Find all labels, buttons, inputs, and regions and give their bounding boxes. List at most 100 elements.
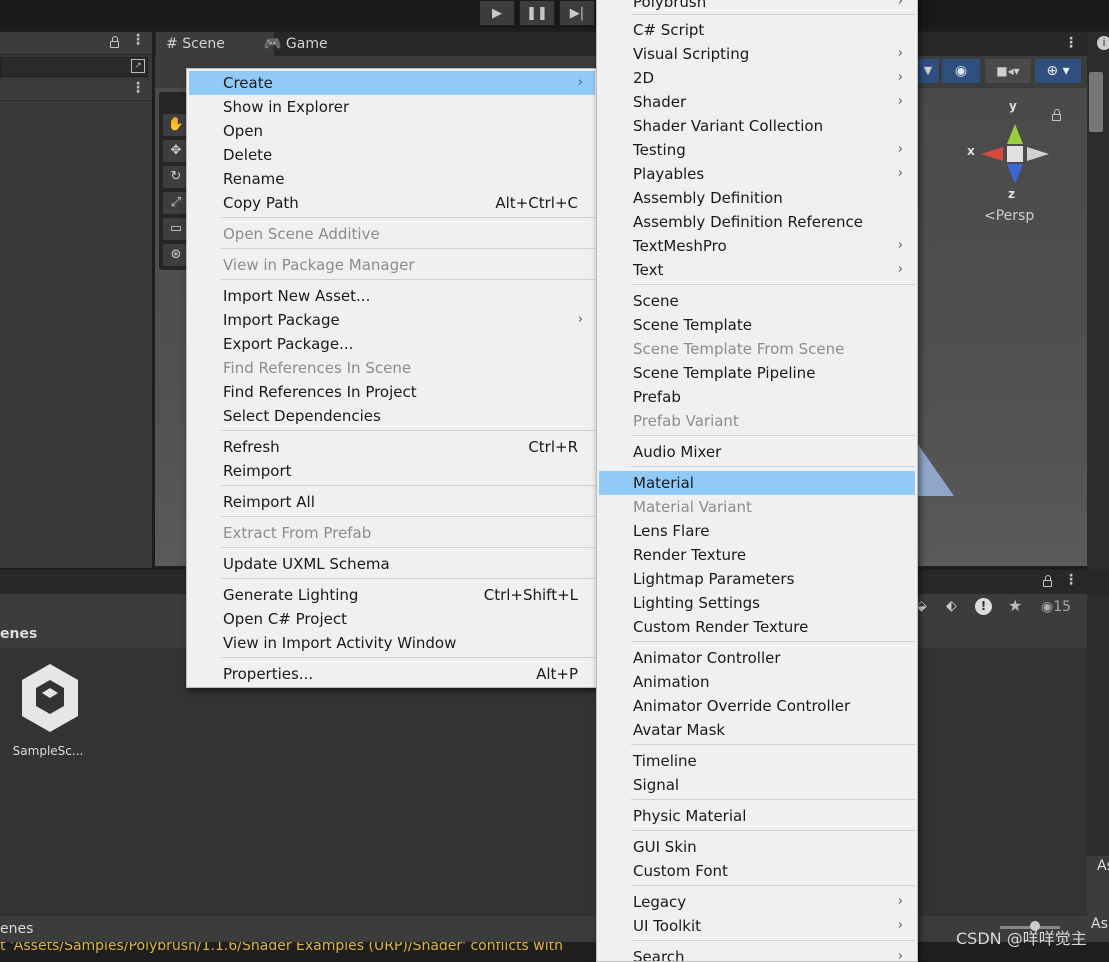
expand-icon[interactable]: ↗ [131, 59, 145, 73]
submenu-item[interactable]: Render Texture [599, 543, 915, 567]
inspector-edge: i [1087, 32, 1109, 912]
submenu-item[interactable]: Animation [599, 670, 915, 694]
submenu-item[interactable]: Scene Template [599, 313, 915, 337]
submenu-item-label: C# Script [633, 21, 705, 39]
console-status-bar[interactable]: t 'Assets/Samples/Polybrush/1.1.6/Shader… [0, 942, 1109, 956]
menu-item[interactable]: Reimport All [189, 490, 595, 514]
asset-item[interactable]: SampleSc... [13, 662, 86, 774]
menu-item[interactable]: Reimport [189, 459, 595, 483]
dropdown-button[interactable]: ▼ [917, 59, 939, 83]
menu-item-label: Show in Explorer [223, 98, 350, 116]
play-button[interactable]: ▶ [479, 0, 515, 26]
menu-item[interactable]: Copy Path Alt+Ctrl+C [189, 191, 595, 215]
submenu-item[interactable]: Polybrush › [599, 0, 915, 14]
info-icon[interactable]: i [1097, 36, 1109, 50]
submenu-item[interactable]: Custom Render Texture [599, 615, 915, 639]
submenu-item: Material Variant [599, 495, 915, 519]
menu-item-label: Open Scene Additive [223, 225, 380, 243]
menu-separator [631, 14, 915, 15]
create-submenu: Polybrush › C# Script Visual Scripting › 2D › S… [596, 0, 918, 962]
submenu-item[interactable]: Testing › [599, 138, 915, 162]
menu-item[interactable]: Refresh Ctrl+R [189, 435, 595, 459]
gizmos-button[interactable]: ⊕ ▾ [1035, 59, 1081, 83]
step-button[interactable]: ▶| [559, 0, 595, 26]
submenu-item[interactable]: Audio Mixer [599, 440, 915, 464]
menu-item[interactable]: Find References In Project [189, 380, 595, 404]
submenu-item[interactable]: Timeline [599, 749, 915, 773]
submenu-item[interactable]: Material [599, 471, 915, 495]
menu-item[interactable]: Show in Explorer [189, 95, 595, 119]
submenu-item[interactable]: Custom Font [599, 859, 915, 883]
submenu-item[interactable]: UI Toolkit › [599, 914, 915, 938]
main-toolbar: ▶ ❚❚ ▶| [0, 0, 1109, 28]
menu-item[interactable]: Delete [189, 143, 595, 167]
menu-item[interactable]: Properties... Alt+P [189, 662, 595, 686]
submenu-item[interactable]: Shader › [599, 90, 915, 114]
warning-icon[interactable]: ! [975, 598, 992, 615]
submenu-item[interactable]: Signal [599, 773, 915, 797]
menu-item[interactable]: View in Import Activity Window [189, 631, 595, 655]
scrollbar-thumb[interactable] [1089, 72, 1103, 132]
submenu-item-label: Prefab Variant [633, 412, 739, 430]
more-icon[interactable]: ⋮ [131, 80, 145, 96]
hierarchy-panel [0, 32, 152, 568]
submenu-item[interactable]: Text › [599, 258, 915, 282]
hidden-packages-toggle[interactable]: ◉15 [1041, 599, 1071, 615]
submenu-item[interactable]: Playables › [599, 162, 915, 186]
menu-item[interactable]: Rename [189, 167, 595, 191]
submenu-item[interactable]: Prefab [599, 385, 915, 409]
more-icon[interactable]: ⋮ [1064, 572, 1078, 588]
menu-separator [631, 940, 915, 941]
submenu-item[interactable]: 2D › [599, 66, 915, 90]
submenu-item[interactable]: C# Script [599, 18, 915, 42]
project-assets-area: SampleSc... [0, 648, 1087, 916]
menu-item: View in Package Manager [189, 253, 595, 277]
chevron-right-icon: › [897, 142, 903, 157]
shortcut-label: Ctrl+R [528, 438, 578, 456]
menu-separator [631, 435, 915, 436]
submenu-item[interactable]: Animator Controller [599, 646, 915, 670]
menu-item[interactable]: Select Dependencies [189, 404, 595, 428]
more-icon[interactable]: ⋮ [1064, 35, 1078, 51]
submenu-item[interactable]: Shader Variant Collection [599, 114, 915, 138]
submenu-item[interactable]: Lighting Settings [599, 591, 915, 615]
submenu-item[interactable]: Scene Template Pipeline [599, 361, 915, 385]
submenu-item[interactable]: Lens Flare [599, 519, 915, 543]
menu-item[interactable]: Create › [189, 71, 595, 95]
lock-icon[interactable] [110, 36, 119, 48]
submenu-item[interactable]: Assembly Definition [599, 186, 915, 210]
star-icon[interactable]: ★ [1008, 596, 1022, 615]
visibility-toggle[interactable]: ◉ [942, 59, 980, 83]
menu-item[interactable]: Open C# Project [189, 607, 595, 631]
submenu-item[interactable]: Scene [599, 289, 915, 313]
menu-item[interactable]: Open [189, 119, 595, 143]
submenu-item[interactable]: Lightmap Parameters [599, 567, 915, 591]
submenu-item[interactable]: Animator Override Controller [599, 694, 915, 718]
submenu-item[interactable]: Visual Scripting › [599, 42, 915, 66]
submenu-item[interactable]: GUI Skin [599, 835, 915, 859]
lock-icon[interactable] [1052, 109, 1061, 121]
submenu-item-label: Testing [633, 141, 686, 159]
submenu-item[interactable]: Search › [599, 945, 915, 962]
more-icon[interactable]: ⋮ [131, 32, 145, 48]
submenu-item[interactable]: TextMeshPro › [599, 234, 915, 258]
menu-item[interactable]: Generate Lighting Ctrl+Shift+L [189, 583, 595, 607]
gamepad-icon: 🎮 [264, 36, 282, 52]
submenu-item[interactable]: Legacy › [599, 890, 915, 914]
menu-item[interactable]: Import Package › [189, 308, 595, 332]
menu-item-label: Refresh [223, 438, 280, 456]
menu-item[interactable]: Export Package... [189, 332, 595, 356]
tab-game[interactable]: 🎮 Game [254, 32, 338, 56]
submenu-item-label: Search [633, 948, 685, 962]
menu-item[interactable]: Update UXML Schema [189, 552, 595, 576]
perspective-toggle[interactable]: <Persp [984, 208, 1034, 224]
submenu-item[interactable]: Assembly Definition Reference [599, 210, 915, 234]
camera-button[interactable]: ■◂▾ [985, 59, 1031, 83]
hierarchy-search-input[interactable]: ↗ [0, 57, 148, 77]
submenu-item[interactable]: Physic Material [599, 804, 915, 828]
lock-icon[interactable] [1043, 575, 1052, 587]
submenu-item[interactable]: Avatar Mask [599, 718, 915, 742]
pause-button[interactable]: ❚❚ [519, 0, 555, 26]
menu-item[interactable]: Import New Asset... [189, 284, 595, 308]
label-icon[interactable]: ⬖ [946, 598, 957, 614]
